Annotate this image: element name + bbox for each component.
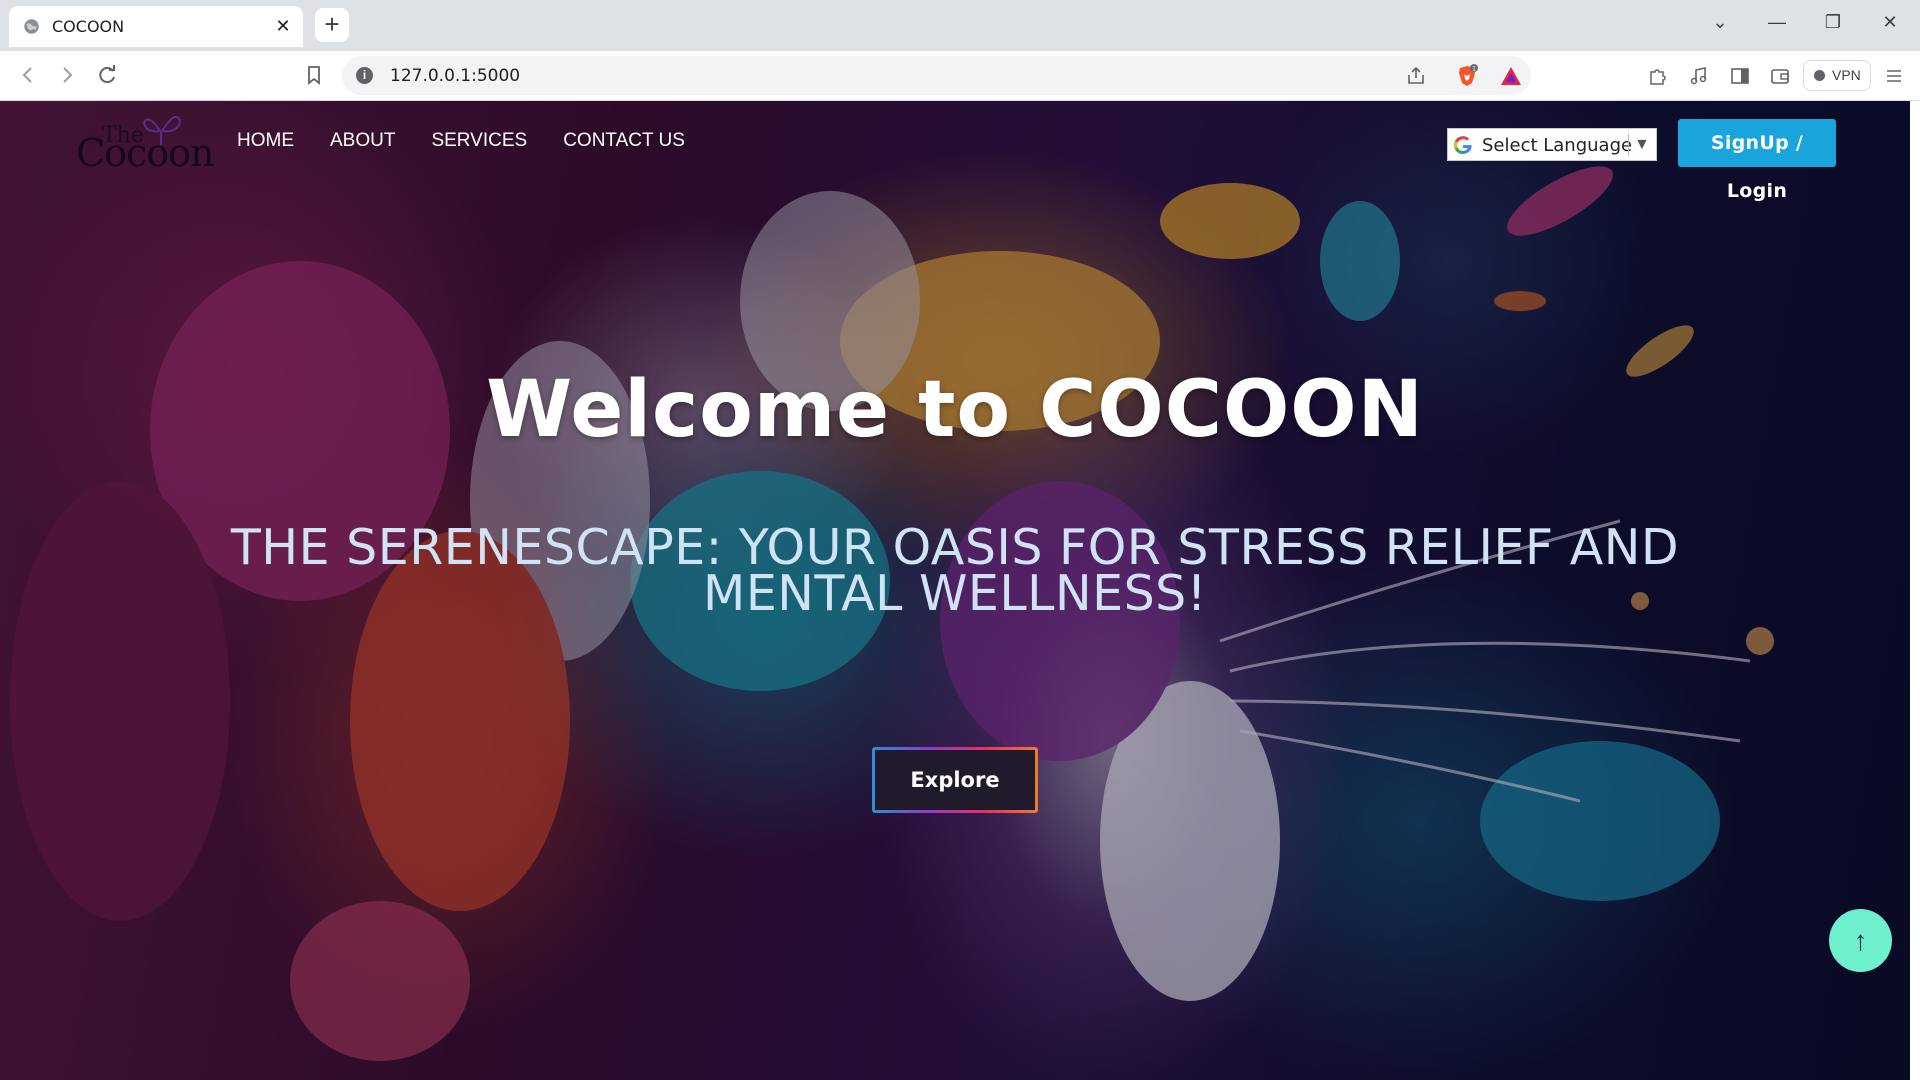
restore-button[interactable]: ❐: [1815, 8, 1851, 36]
hero-subtitle: THE SERENESCAPE: YOUR OASIS FOR STRESS R…: [230, 519, 1680, 622]
site-logo[interactable]: The Cocoon: [74, 109, 214, 175]
info-icon[interactable]: i: [356, 67, 373, 84]
url-text[interactable]: 127.0.0.1:5000: [390, 66, 520, 86]
explore-button[interactable]: Explore: [872, 747, 1038, 813]
nav-home[interactable]: HOME: [237, 129, 294, 153]
close-window-button[interactable]: ✕: [1872, 8, 1908, 36]
language-select-divider: [1628, 134, 1629, 156]
hamburger-menu-icon[interactable]: [1883, 65, 1905, 87]
forward-arrow-icon[interactable]: [53, 61, 81, 89]
minimize-button[interactable]: —: [1759, 8, 1795, 36]
language-select[interactable]: Select Language ▼: [1447, 128, 1657, 161]
vpn-button[interactable]: VPN: [1803, 60, 1871, 91]
brave-rewards-triangle-icon[interactable]: [1499, 64, 1523, 88]
tab-close-icon[interactable]: ✕: [273, 16, 293, 36]
music-note-icon[interactable]: [1688, 65, 1710, 87]
page-viewport: The Cocoon HOME ABOUT SERVICES CONTACT U…: [0, 101, 1910, 1080]
tab-title: COCOON: [52, 17, 125, 36]
wallet-icon[interactable]: [1769, 65, 1791, 87]
brave-badge-count: 1: [1472, 66, 1476, 73]
brave-lion-icon[interactable]: 1: [1455, 64, 1479, 88]
reload-icon[interactable]: [93, 61, 121, 89]
site-navbar: The Cocoon HOME ABOUT SERVICES CONTACT U…: [0, 101, 1910, 202]
puzzle-icon[interactable]: [1646, 65, 1668, 87]
page-scrollbar-track[interactable]: [1910, 101, 1920, 1080]
tab-search-icon[interactable]: ⌄: [1702, 8, 1738, 36]
new-tab-button[interactable]: +: [315, 8, 349, 42]
browser-toolbar: i 127.0.0.1:5000 1 VPN: [0, 51, 1920, 101]
address-bar[interactable]: i 127.0.0.1:5000 1: [342, 56, 1531, 95]
butterfly-icon: [142, 115, 182, 145]
share-icon[interactable]: [1405, 65, 1427, 87]
browser-tabstrip: COCOON ✕ + ⌄ — ❐ ✕: [0, 0, 1920, 51]
nav-links: HOME ABOUT SERVICES CONTACT US: [237, 129, 721, 153]
nav-services[interactable]: SERVICES: [431, 129, 527, 153]
signup-login-button[interactable]: SignUp / Login: [1678, 119, 1836, 202]
browser-tab-active[interactable]: COCOON ✕: [9, 6, 303, 47]
scroll-to-top-button[interactable]: ↑: [1829, 909, 1892, 972]
bookmark-icon[interactable]: [300, 61, 328, 89]
dropdown-arrow-icon: ▼: [1634, 136, 1650, 153]
back-arrow-icon[interactable]: [14, 61, 42, 89]
vpn-label: VPN: [1832, 67, 1861, 83]
sidebar-icon[interactable]: [1729, 65, 1751, 87]
language-select-label: Select Language: [1482, 135, 1633, 156]
globe-icon: [24, 19, 39, 34]
hero-title: Welcome to COCOON: [486, 365, 1424, 455]
vpn-status-icon: [1814, 70, 1825, 81]
google-g-icon: [1453, 136, 1472, 155]
arrow-up-icon: ↑: [1853, 925, 1868, 956]
nav-contact-us[interactable]: CONTACT US: [563, 129, 685, 153]
nav-about[interactable]: ABOUT: [330, 129, 395, 153]
